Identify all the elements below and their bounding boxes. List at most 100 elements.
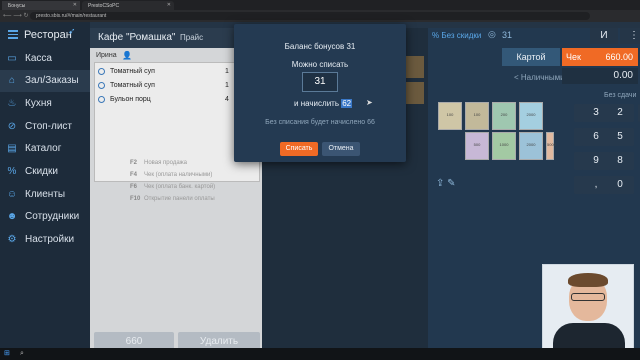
sidebar-item-discounts[interactable]: % Скидки [0,161,90,183]
close-icon[interactable]: ✕ [73,2,77,8]
hotkey-text: Открытие панели оплаты [144,196,215,202]
sidebar-item-label: Настройки [25,234,75,245]
check-button[interactable]: Чек 660.00 [562,48,638,66]
taskbar: ⊞ ⌕ [0,348,640,360]
hotkey-hint: F10 Открытие панели оплаты [130,196,215,202]
close-icon[interactable]: ✕ [167,2,171,8]
webcam-overlay [542,264,634,354]
windows-start-icon[interactable]: ⊞ [4,350,12,358]
app-title: Ресторан [24,29,72,41]
hotkey-key: F10 [130,196,141,202]
write-off-input[interactable]: 31 [302,72,338,92]
numpad-key-9[interactable]: 9 [582,152,610,170]
hotkey-text: Новая продажа [144,160,188,166]
banknote[interactable]: 5000 [546,132,556,160]
sidebar-item-settings[interactable]: ⚙ Настройки [0,229,90,251]
bonus-count: 31 [502,30,513,40]
browser-tab-label: Бонусы [8,3,26,9]
price-tab[interactable]: Прайс [180,33,203,42]
address-bar: ⟵ ⟶ ↻ presto.sbis.ru/#/main/restaurant [0,10,640,22]
sidebar-item-label: Касса [25,53,52,64]
mouse-cursor-icon: ➤ [366,98,373,107]
header-action-button[interactable]: И [590,28,618,44]
bonus-icon[interactable]: ◎ [488,29,496,40]
radio-button[interactable] [98,96,105,103]
discount-icon: % [7,166,17,177]
radio-button[interactable] [98,82,105,89]
hotkey-text: Чек (оплата наличными) [144,172,213,178]
cancel-button[interactable]: Отмена [322,142,360,156]
kitchen-icon: ♨ [7,98,17,109]
accrue-value[interactable]: 62 [341,99,353,108]
hotkey-hint: F2 Новая продажа [130,160,187,166]
more-icon[interactable]: ⋮ [620,28,640,44]
numpad-key-6[interactable]: 6 [582,128,610,146]
numpad-key-3[interactable]: 3 [582,104,610,122]
cash-label[interactable]: < Наличными [514,73,565,82]
card-pay-button[interactable]: Картой [502,48,560,66]
sidebar-item-catalog[interactable]: ▤ Каталог [0,138,90,160]
reload-icon[interactable]: ⟵ ⟶ ↻ [3,12,29,19]
clients-icon: ☺ [6,189,18,200]
numpad-key-5[interactable]: 5 [606,128,634,146]
numpad-key-0[interactable]: 0 [606,176,634,194]
banknotes-grid: 100 100 200 2000 500 1000 2000 5000 [438,102,556,162]
sidebar-item-label: Зал/Заказы [25,75,79,86]
item-qty: 1 [225,68,229,75]
sidebar: Ресторан ➶ ▭ Касса ⌂ Зал/Заказы ♨ Кухня ⊘ Ст… [0,22,90,348]
banknote[interactable]: 1000 [492,132,516,160]
sidebar-item-employees[interactable]: ☻ Сотрудники [0,206,90,228]
no-change-link[interactable]: Без сдачи [604,92,636,99]
banknote[interactable]: 100 [438,102,462,130]
browser-tab-active[interactable]: PrestoCSoPC ✕ [82,1,174,10]
browser-tab[interactable]: Бонусы ✕ [2,1,80,10]
sidebar-item-kassa[interactable]: ▭ Касса [0,48,90,70]
banknote[interactable]: 100 [465,102,489,130]
banknote[interactable]: 2000 [519,102,543,130]
banknote[interactable]: 200 [492,102,516,130]
item-qty: 1 [225,82,229,89]
sidebar-item-hall[interactable]: ⌂ Зал/Заказы [0,70,90,92]
item-name: Бульон порц [110,96,151,103]
payment-header: % Без скидки ◎ 31 И ⋮ [428,28,640,44]
numpad-key-2[interactable]: 2 [606,104,634,122]
sidebar-item-label: Сотрудники [25,211,80,222]
presenter-hair [568,273,608,287]
sidebar-header: Ресторан ➶ [0,24,90,46]
waiter-name: Ирина [96,52,117,59]
discount-toggle[interactable]: % Без скидки [432,31,481,40]
logo-icon: ➶ [68,26,76,36]
check-amount: 660.00 [605,52,633,62]
sidebar-item-label: Клиенты [25,189,66,200]
dialog-note: Без списания будет начислено 66 [265,119,375,126]
stop-list-icon: ⊘ [7,121,17,132]
sidebar-item-kitchen[interactable]: ♨ Кухня [0,93,90,115]
cafe-name[interactable]: Кафе "Ромашка" [98,32,175,43]
browser-tab-label: PrestoCSoPC [88,3,120,9]
hall-orders-icon: ⌂ [8,75,16,86]
write-off-button[interactable]: Списать [280,142,318,156]
accrue-label: и начислить [294,99,339,108]
comma-key[interactable]: , [582,176,610,194]
bonus-dialog: Баланс бонусов 31 Можно списать 31 и нач… [234,24,406,162]
radio-button[interactable] [98,68,105,75]
url-field[interactable]: presto.sbis.ru/#/main/restaurant [30,12,590,20]
sidebar-item-stop-list[interactable]: ⊘ Стоп-лист [0,116,90,138]
hotkey-key: F4 [130,172,138,178]
person-icon[interactable]: 👤 [122,51,132,60]
hotkey-key: F2 [130,160,138,166]
sidebar-item-clients[interactable]: ☺ Клиенты [0,184,90,206]
check-label: Чек [566,52,581,62]
banknote[interactable]: 500 [465,132,489,160]
item-name: Томатный суп [110,68,155,75]
menu-icon[interactable] [8,30,18,39]
sidebar-item-label: Стоп-лист [25,121,72,132]
banknote[interactable]: 2000 [519,132,543,160]
cash-input[interactable]: 0.00 [562,68,638,84]
search-icon[interactable]: ⌕ [20,350,24,358]
upload-icon[interactable]: ⇪ ✎ [436,178,456,189]
cash-register-icon: ▭ [7,53,17,64]
hotkey-hint: F4 Чек (оплата наличными) [130,172,212,178]
catalog-icon: ▤ [7,143,17,154]
numpad-key-8[interactable]: 8 [606,152,634,170]
